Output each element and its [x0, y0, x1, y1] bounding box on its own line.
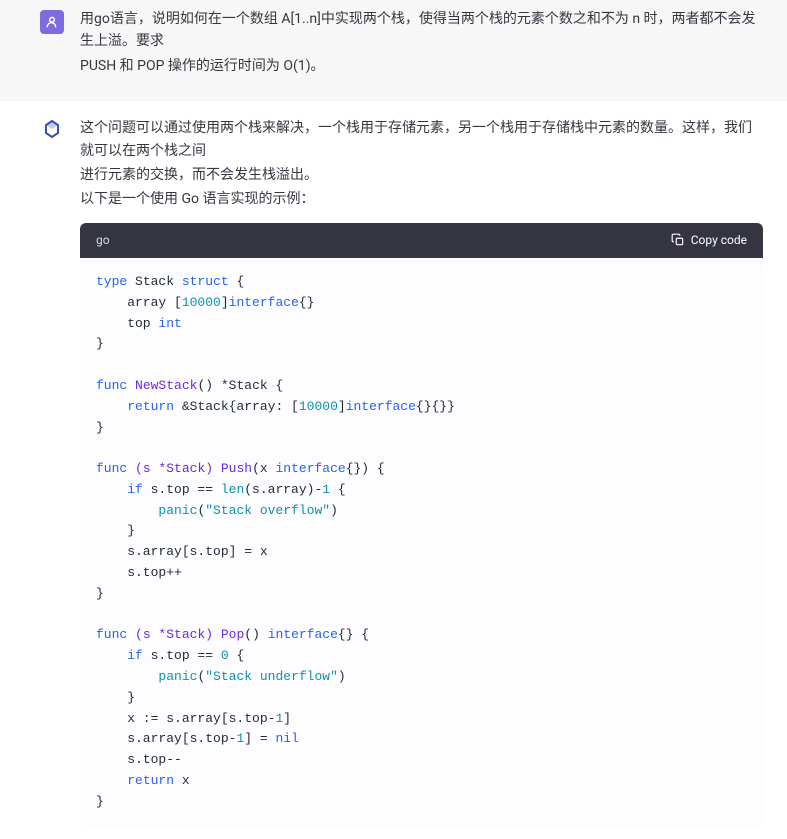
bot-icon [40, 119, 64, 143]
code-language-label: go [96, 231, 110, 250]
user-avatar [40, 10, 64, 34]
user-icon [45, 15, 59, 29]
copy-code-button[interactable]: Copy code [671, 231, 747, 250]
copy-code-label: Copy code [691, 231, 747, 250]
user-message-content: 用go语言，说明如何在一个数组 A[1..n]中实现两个栈，使得当两个栈的元素个… [80, 8, 763, 79]
assistant-message-content: 这个问题可以通过使用两个栈来解决，一个栈用于存储元素，另一个栈用于存储栈中元素的… [80, 117, 763, 826]
clipboard-icon [671, 233, 685, 247]
assistant-avatar [40, 119, 64, 143]
assistant-text: 以下是一个使用 Go 语言实现的示例： [80, 188, 763, 210]
user-text: PUSH 和 POP 操作的运行时间为 O(1)。 [80, 55, 763, 77]
user-text: 用go语言，说明如何在一个数组 A[1..n]中实现两个栈，使得当两个栈的元素个… [80, 8, 763, 53]
code-block: go Copy code type Stack struct { array [… [80, 223, 763, 827]
assistant-message-row: 这个问题可以通过使用两个栈来解决，一个栈用于存储元素，另一个栈用于存储栈中元素的… [0, 101, 787, 838]
user-message-row: 用go语言，说明如何在一个数组 A[1..n]中实现两个栈，使得当两个栈的元素个… [0, 0, 787, 101]
code-content[interactable]: type Stack struct { array [10000]interfa… [80, 258, 763, 827]
assistant-text: 这个问题可以通过使用两个栈来解决，一个栈用于存储元素，另一个栈用于存储栈中元素的… [80, 117, 763, 162]
assistant-text: 进行元素的交换，而不会发生栈溢出。 [80, 164, 763, 186]
code-header: go Copy code [80, 223, 763, 258]
